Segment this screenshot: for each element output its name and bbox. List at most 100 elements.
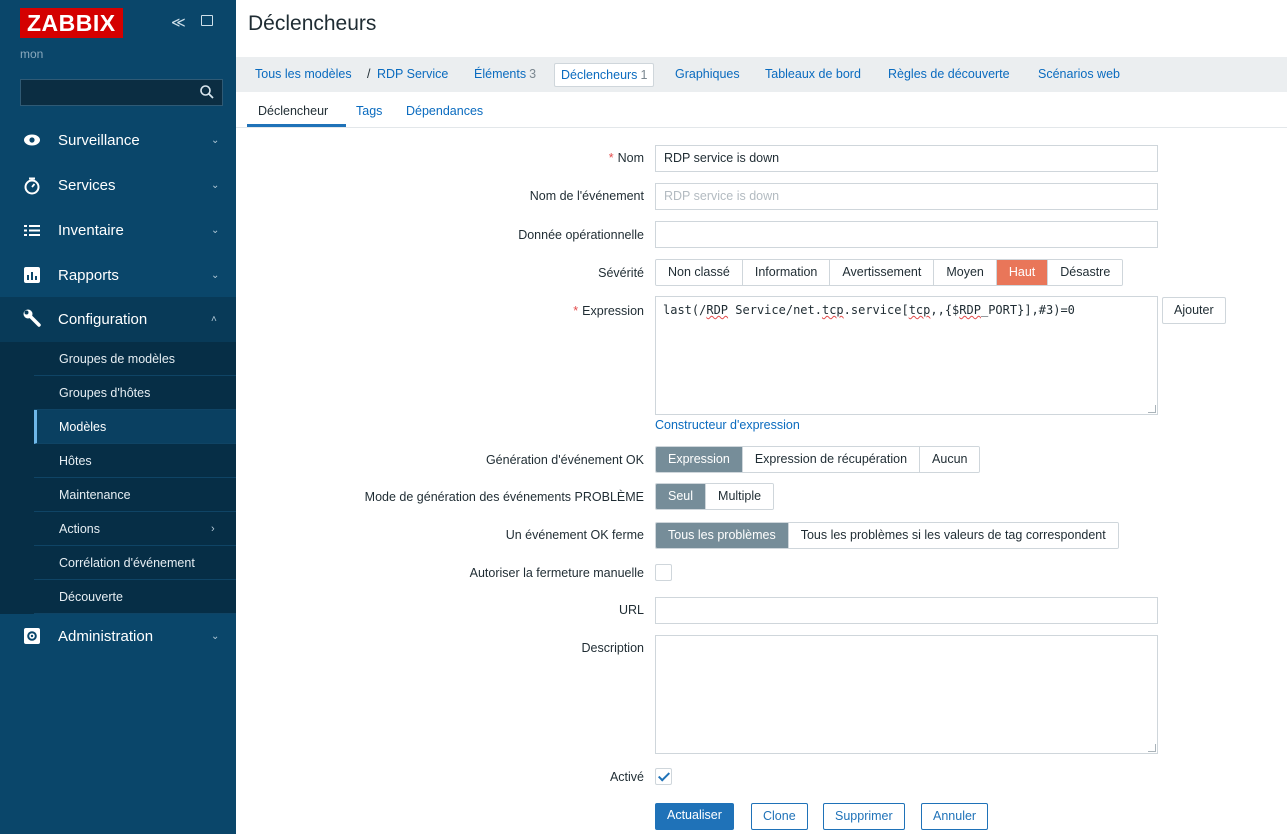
chevron-down-icon: ⌄ [211,631,220,642]
submenu-item-template-groups[interactable]: Groupes de modèles [34,342,236,376]
items-count: 3 [529,67,537,81]
nav-inventaire[interactable]: Inventaire ⌄ [0,208,236,253]
list-icon [24,225,40,236]
description-textarea[interactable] [655,635,1158,754]
submenu-label: Hôtes [59,454,92,468]
dashboards-link[interactable]: Tableaux de bord [765,67,861,81]
web-scenarios-link[interactable]: Scénarios web [1038,67,1120,81]
nav-label: Rapports [58,267,119,284]
ok-event-none[interactable]: Aucun [920,447,980,472]
nav-label: Configuration [58,311,148,328]
enabled-label: Activé [609,770,644,784]
severity-selector: Non classé Information Avertissement Moy… [655,259,1124,286]
severity-disaster[interactable]: Désastre [1048,260,1123,285]
tab-trigger[interactable]: Déclencheur [258,104,328,118]
items-link[interactable]: Éléments 3 [474,67,536,81]
severity-warning[interactable]: Avertissement [830,260,935,285]
update-button[interactable]: Actualiser [655,803,734,830]
severity-information[interactable]: Information [742,260,831,285]
nav-label: Inventaire [58,222,124,239]
discovery-rules-link[interactable]: Règles de découverte [888,67,1010,81]
nav-rapports[interactable]: Rapports ⌄ [0,253,236,298]
tab-tags[interactable]: Tags [356,104,382,118]
ok-closes-all-problems[interactable]: Tous les problèmes [656,523,789,548]
nav-services[interactable]: Services ⌄ [0,163,236,208]
expression-textarea[interactable]: last(/RDP Service/net.tcp.service[tcp,,{… [655,296,1158,415]
severity-not-classified[interactable]: Non classé [656,260,743,285]
submenu-label: Groupes d'hôtes [59,386,151,400]
form-tabs: Déclencheur Tags Dépendances [236,92,1287,128]
severity-average[interactable]: Moyen [934,260,997,285]
manual-close-label: Autoriser la fermeture manuelle [469,566,644,580]
triggers-label: Déclencheurs [561,68,638,82]
ok-event-expression[interactable]: Expression [656,447,743,472]
chevron-right-icon: › [211,523,215,535]
items-label: Éléments [474,67,527,81]
zabbix-logo[interactable]: ZABBIX [20,8,123,38]
submenu-label: Actions [59,522,100,536]
ok-closes-selector: Tous les problèmes Tous les problèmes si… [655,522,1119,549]
enabled-checkbox[interactable] [655,768,672,785]
problem-mode-single[interactable]: Seul [656,484,707,509]
submenu-item-hosts[interactable]: Hôtes [34,444,236,478]
ok-event-recovery-expression[interactable]: Expression de récupération [742,447,921,472]
add-expression-button[interactable]: Ajouter [1162,297,1226,324]
chevron-down-icon: ⌄ [211,135,220,146]
url-label: URL [618,603,644,617]
stopwatch-icon [24,177,40,195]
nav-label: Services [58,177,116,194]
graphs-link[interactable]: Graphiques [675,67,740,81]
nav-label: Surveillance [58,132,140,149]
url-input[interactable] [655,597,1158,624]
submenu-item-maintenance[interactable]: Maintenance [34,478,236,512]
chevron-up-icon: ˄ [211,314,217,325]
submenu-item-actions[interactable]: Actions › [34,512,236,546]
search-icon[interactable] [199,84,215,100]
submenu-label: Modèles [59,420,107,434]
gear-icon [24,628,40,644]
kiosk-mode-icon[interactable] [201,15,213,26]
template-link[interactable]: RDP Service [377,67,448,81]
username: mon [20,47,44,61]
submenu-item-host-groups[interactable]: Groupes d'hôtes [34,376,236,410]
severity-label: Sévérité [598,266,644,280]
submenu-item-event-correlation[interactable]: Corrélation d'événement [34,546,236,580]
ok-event-generation-selector: Expression Expression de récupération Au… [655,446,981,473]
collapse-sidebar-icon[interactable]: ≪ [171,14,186,31]
event-name-input[interactable]: RDP service is down [655,183,1158,210]
sidebar: ZABBIX ≪ mon Surveillance ⌄ Services ⌄ I… [0,0,236,834]
problem-mode-label: Mode de génération des événements PROBLÈ… [364,490,644,504]
cancel-button[interactable]: Annuler [921,803,989,830]
expression-builder-link[interactable]: Constructeur d'expression [655,418,800,432]
nav-configuration[interactable]: Configuration ˄ [0,297,236,342]
severity-high[interactable]: Haut [996,260,1049,285]
resize-handle-icon[interactable] [1148,405,1156,413]
nav-surveillance[interactable]: Surveillance ⌄ [0,118,236,163]
submenu-item-discovery[interactable]: Découverte [34,580,236,614]
breadcrumb-separator: / [367,67,371,81]
clone-button[interactable]: Clone [751,803,808,830]
ok-closes-tag-match[interactable]: Tous les problèmes si les valeurs de tag… [788,523,1118,548]
bar-chart-icon [24,267,40,283]
sidebar-search-input[interactable] [20,79,223,106]
chevron-down-icon: ⌄ [211,225,220,236]
nav-label: Administration [58,628,154,645]
name-input[interactable]: RDP service is down [655,145,1158,172]
operational-data-label: Donnée opérationnelle [518,228,644,242]
resize-handle-icon[interactable] [1148,744,1156,752]
ok-event-generation-label: Génération d'événement OK [485,453,644,467]
problem-mode-selector: Seul Multiple [655,483,775,510]
operational-data-input[interactable] [655,221,1158,248]
triggers-link[interactable]: Déclencheurs 1 [554,63,655,87]
configuration-submenu: Groupes de modèles Groupes d'hôtes Modèl… [0,342,236,614]
submenu-label: Découverte [59,590,123,604]
submenu-item-templates[interactable]: Modèles [34,410,236,444]
delete-button[interactable]: Supprimer [823,803,905,830]
breadcrumb-navigation: Tous les modèles / RDP Service Éléments 3… [236,57,1287,92]
nav-administration[interactable]: Administration ⌄ [0,614,236,659]
manual-close-checkbox[interactable] [655,564,672,581]
all-templates-link[interactable]: Tous les modèles [255,67,352,81]
tab-dependencies[interactable]: Dépendances [406,104,483,118]
problem-mode-multiple[interactable]: Multiple [706,484,774,509]
submenu-label: Groupes de modèles [59,352,176,366]
